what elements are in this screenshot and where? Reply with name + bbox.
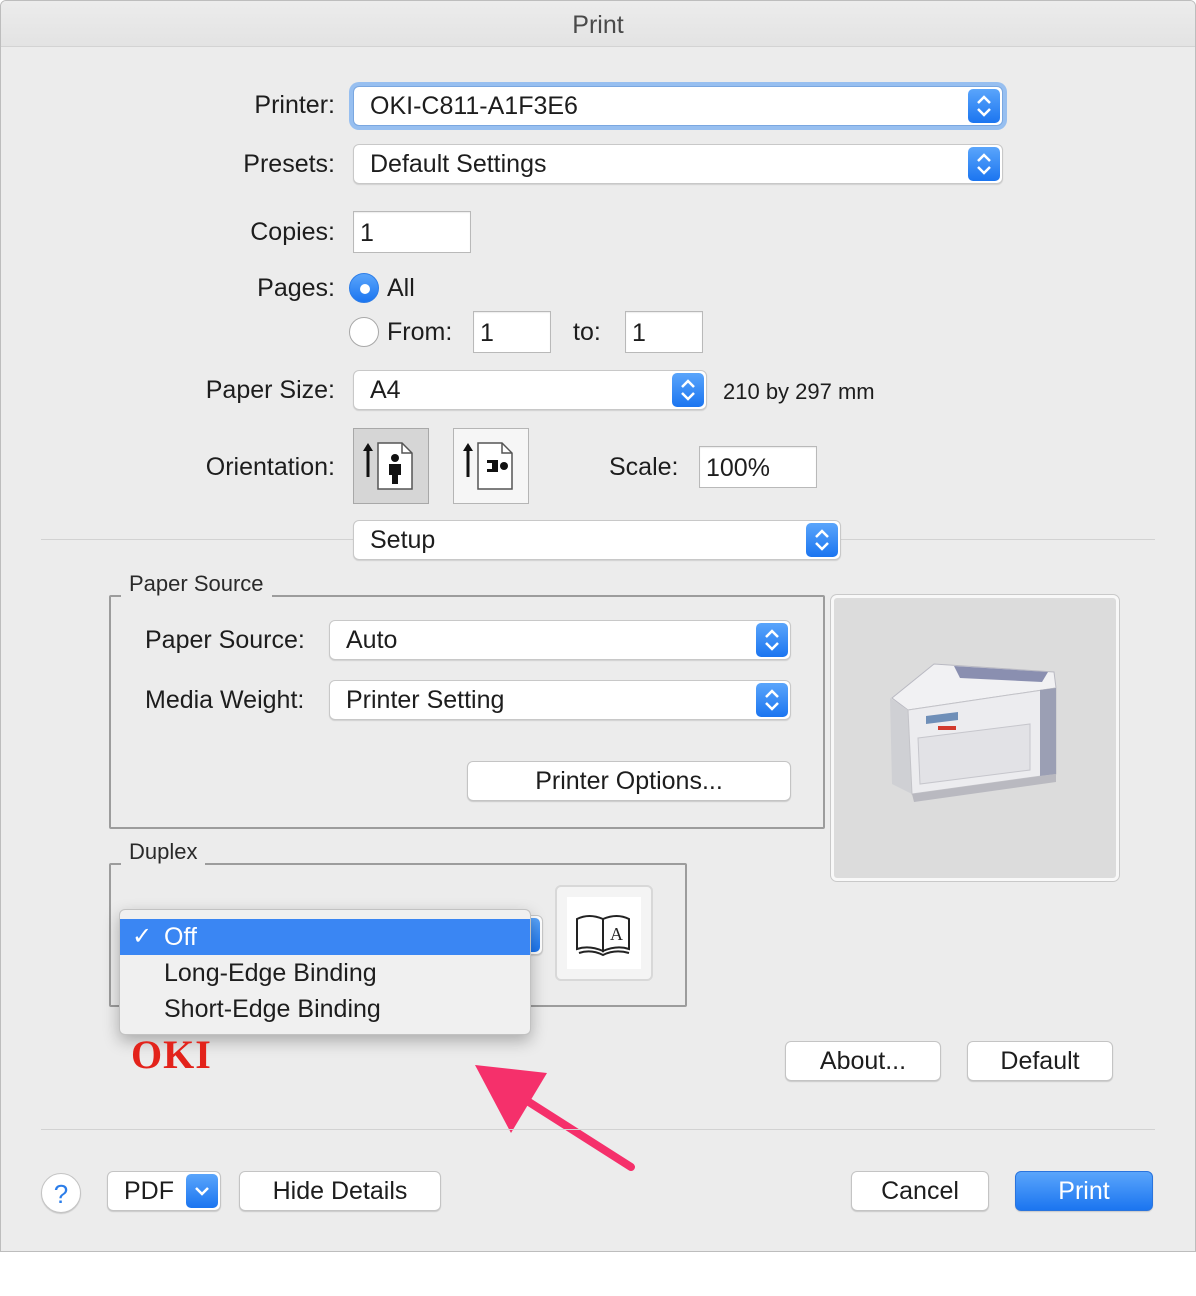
- printer-label: Printer:: [254, 91, 335, 119]
- paper-size-popup[interactable]: A4: [353, 370, 707, 410]
- booklet-preview: A: [555, 885, 653, 981]
- section-value: Setup: [370, 526, 436, 554]
- portrait-orientation-button[interactable]: [353, 428, 429, 504]
- stepper-icon: [756, 623, 788, 657]
- duplex-option-off[interactable]: ✓ Off: [120, 919, 530, 955]
- oki-logo: OKI: [131, 1032, 212, 1077]
- pages-label: Pages:: [257, 274, 335, 302]
- paper-size-value: A4: [370, 376, 401, 404]
- pdf-label: PDF: [124, 1177, 174, 1205]
- printer-image: [890, 663, 1057, 802]
- paper-source-legend: Paper Source: [121, 571, 272, 597]
- printer-preview: [831, 595, 1119, 881]
- paper-source-popup[interactable]: Auto: [329, 620, 791, 660]
- duplex-menu: ✓ Off Long-Edge Binding Short-Edge Bindi…: [119, 909, 531, 1035]
- duplex-option-label: Off: [164, 923, 197, 951]
- print-dialog: Print Printer: OKI-C811-A1F3E6 Presets: …: [0, 0, 1196, 1252]
- copies-input[interactable]: 1: [353, 211, 471, 253]
- cancel-button[interactable]: Cancel: [851, 1171, 989, 1211]
- scale-label: Scale:: [609, 453, 679, 481]
- pages-all-label[interactable]: All: [387, 274, 415, 303]
- duplex-option-long-edge[interactable]: Long-Edge Binding: [120, 955, 530, 991]
- paper-size-label: Paper Size:: [205, 376, 335, 404]
- chevron-down-icon: [186, 1174, 218, 1208]
- checkmark-icon: ✓: [132, 923, 153, 950]
- pages-from-radio[interactable]: [349, 317, 379, 347]
- paper-source-value: Auto: [346, 626, 398, 654]
- pages-from-input[interactable]: 1: [473, 311, 551, 353]
- paper-source-label: Paper Source:: [145, 626, 305, 654]
- section-popup[interactable]: Setup: [353, 520, 841, 560]
- pages-to-input[interactable]: 1: [625, 311, 703, 353]
- scale-input[interactable]: 100%: [699, 446, 817, 488]
- duplex-legend: Duplex: [121, 839, 206, 865]
- pages-to-label: to:: [573, 318, 601, 346]
- media-weight-popup[interactable]: Printer Setting: [329, 680, 791, 720]
- portrait-orientation-icon: [363, 442, 413, 490]
- help-button[interactable]: ?: [41, 1173, 81, 1213]
- pdf-menu-button[interactable]: PDF: [107, 1171, 221, 1211]
- orientation-label: Orientation:: [205, 453, 335, 481]
- presets-label: Presets:: [243, 150, 335, 178]
- pink-arrow-icon: [475, 1065, 635, 1171]
- media-weight-value: Printer Setting: [346, 686, 505, 714]
- media-weight-label: Media Weight:: [145, 686, 305, 714]
- landscape-orientation-icon: [463, 442, 513, 490]
- stepper-icon: [806, 523, 838, 557]
- copies-label: Copies:: [250, 218, 335, 246]
- default-button[interactable]: Default: [967, 1041, 1113, 1081]
- window-title: Print: [1, 1, 1195, 47]
- footer-divider: [41, 1129, 1155, 1130]
- hide-details-button[interactable]: Hide Details: [239, 1171, 441, 1211]
- open-book-icon: A: [567, 897, 641, 969]
- printer-value: OKI-C811-A1F3E6: [370, 92, 578, 120]
- pages-from-label[interactable]: From:: [387, 318, 452, 347]
- duplex-option-short-edge[interactable]: Short-Edge Binding: [120, 991, 530, 1027]
- duplex-option-label: Long-Edge Binding: [164, 959, 377, 987]
- stepper-icon: [968, 89, 1000, 123]
- stepper-icon: [756, 683, 788, 717]
- presets-popup[interactable]: Default Settings: [353, 144, 1003, 184]
- stepper-icon: [672, 373, 704, 407]
- paper-dimensions: 210 by 297 mm: [723, 379, 875, 404]
- presets-value: Default Settings: [370, 150, 547, 178]
- about-button[interactable]: About...: [785, 1041, 941, 1081]
- duplex-option-label: Short-Edge Binding: [164, 995, 381, 1023]
- landscape-orientation-button[interactable]: [453, 428, 529, 504]
- pages-all-radio[interactable]: [349, 273, 379, 303]
- svg-text:A: A: [610, 924, 623, 944]
- stepper-icon: [968, 147, 1000, 181]
- printer-options-button[interactable]: Printer Options...: [467, 761, 791, 801]
- print-button[interactable]: Print: [1015, 1171, 1153, 1211]
- printer-popup[interactable]: OKI-C811-A1F3E6: [353, 86, 1003, 126]
